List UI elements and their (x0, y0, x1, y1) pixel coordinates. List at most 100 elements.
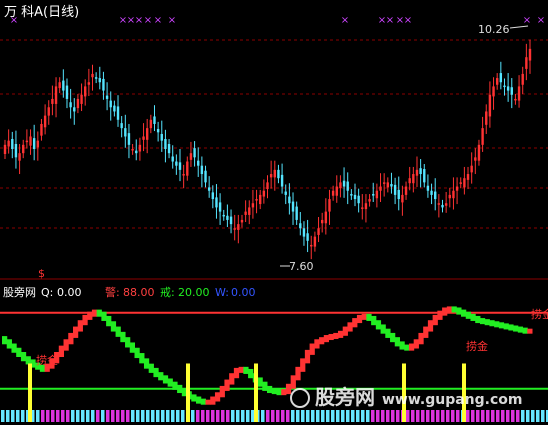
marker-x: × (404, 15, 412, 26)
indicator-step (134, 347, 140, 359)
volume-strip-bar (36, 410, 40, 422)
dollar-icon: $ (38, 267, 45, 280)
indicator-step (276, 389, 282, 396)
volume-strip-bar (171, 410, 175, 422)
signal-label: 捞金 (466, 339, 488, 353)
volume-strip-bar (111, 410, 115, 422)
candle-body (408, 178, 411, 184)
volume-strip-bar (271, 410, 275, 422)
volume-strip-bar (321, 410, 325, 422)
candle-body (477, 144, 481, 161)
indicator-step (295, 366, 301, 381)
candle-body (69, 102, 72, 108)
indicator-step (210, 396, 216, 405)
candle-body (470, 165, 473, 173)
candle-body (25, 140, 29, 143)
volume-strip-bar (326, 410, 330, 422)
indicator-step (153, 367, 159, 378)
volume-strip-bar (161, 410, 165, 422)
indicator-step (6, 339, 12, 349)
candle-body (127, 133, 131, 145)
candle-body (401, 194, 404, 203)
indicator-step (465, 311, 471, 319)
indicator-step (148, 363, 154, 373)
marker-x: × (144, 15, 152, 26)
volume-strip-bar (241, 410, 245, 422)
candle-body (364, 203, 368, 210)
volume-strip-bar (151, 410, 155, 422)
volume-strip-bar (366, 410, 370, 422)
volume-strip-bar (391, 410, 395, 422)
candle-body (466, 174, 470, 180)
indicator-step (20, 352, 27, 362)
candle-body (7, 140, 10, 147)
candle-body (149, 119, 153, 129)
candle-body (124, 128, 127, 137)
candle-body (259, 194, 262, 205)
indicator-step (470, 313, 476, 321)
volume-strip-bar (396, 410, 400, 422)
candle-body (284, 191, 287, 195)
indicator-step (461, 309, 467, 317)
indicator-step (257, 377, 263, 387)
candle-body (109, 100, 112, 108)
indicator-step (380, 324, 386, 334)
indicator-step (503, 323, 509, 330)
candle-body (102, 78, 105, 91)
candle-body (160, 133, 163, 141)
candle-body (87, 82, 91, 85)
candle-body (521, 73, 524, 85)
indicator-step (158, 372, 164, 381)
volume-strip-bar (346, 410, 350, 422)
indicator-step (371, 315, 377, 326)
guard-label: 戒: (160, 286, 175, 299)
candle-body (135, 150, 138, 154)
indicator-step (394, 337, 400, 347)
indicator-step (290, 375, 296, 389)
indicator-step (404, 344, 410, 351)
candle-body (207, 187, 211, 191)
volume-strip-bar (136, 410, 140, 422)
candle-body (98, 78, 101, 83)
candle-body (313, 236, 317, 247)
volume-strip-bar (456, 410, 460, 422)
signal-label: 捞金 (531, 307, 548, 321)
candle-body (350, 194, 353, 196)
candle-body (197, 160, 200, 166)
volume-strip-bar (451, 410, 455, 422)
indicator-step (129, 342, 135, 353)
candle-body (415, 169, 419, 176)
candle-body (142, 136, 145, 140)
candle-body (80, 94, 83, 104)
candle-body (459, 182, 462, 184)
candle-body (189, 153, 193, 160)
indicator-step (352, 318, 358, 328)
min-price-label: 7.60 (289, 260, 314, 273)
candle-body (288, 196, 291, 204)
indicator-step (527, 328, 533, 334)
indicator-step (205, 399, 211, 405)
candle-body (218, 202, 222, 212)
volume-strip-bar (41, 410, 45, 422)
candle-body (36, 140, 40, 148)
indicator-step (342, 326, 348, 336)
candle-body (375, 190, 379, 199)
candle-body (510, 87, 513, 95)
indicator-step (82, 314, 88, 326)
indicator-step (385, 328, 391, 338)
indicator-step (304, 349, 311, 364)
indicator-step (2, 336, 8, 345)
indicator-step (233, 367, 240, 379)
candle-body (426, 185, 430, 191)
volume-strip-bar (16, 410, 20, 422)
volume-strip-bar (306, 410, 310, 422)
indicator-step (106, 315, 112, 327)
indicator-step (162, 375, 169, 384)
indicator-step (375, 320, 382, 330)
candle-body (186, 161, 189, 176)
candle-body (423, 169, 426, 183)
volume-strip-bar (156, 410, 160, 422)
candle-body (419, 168, 422, 175)
candle-body (120, 123, 123, 129)
candle-body (262, 190, 266, 197)
